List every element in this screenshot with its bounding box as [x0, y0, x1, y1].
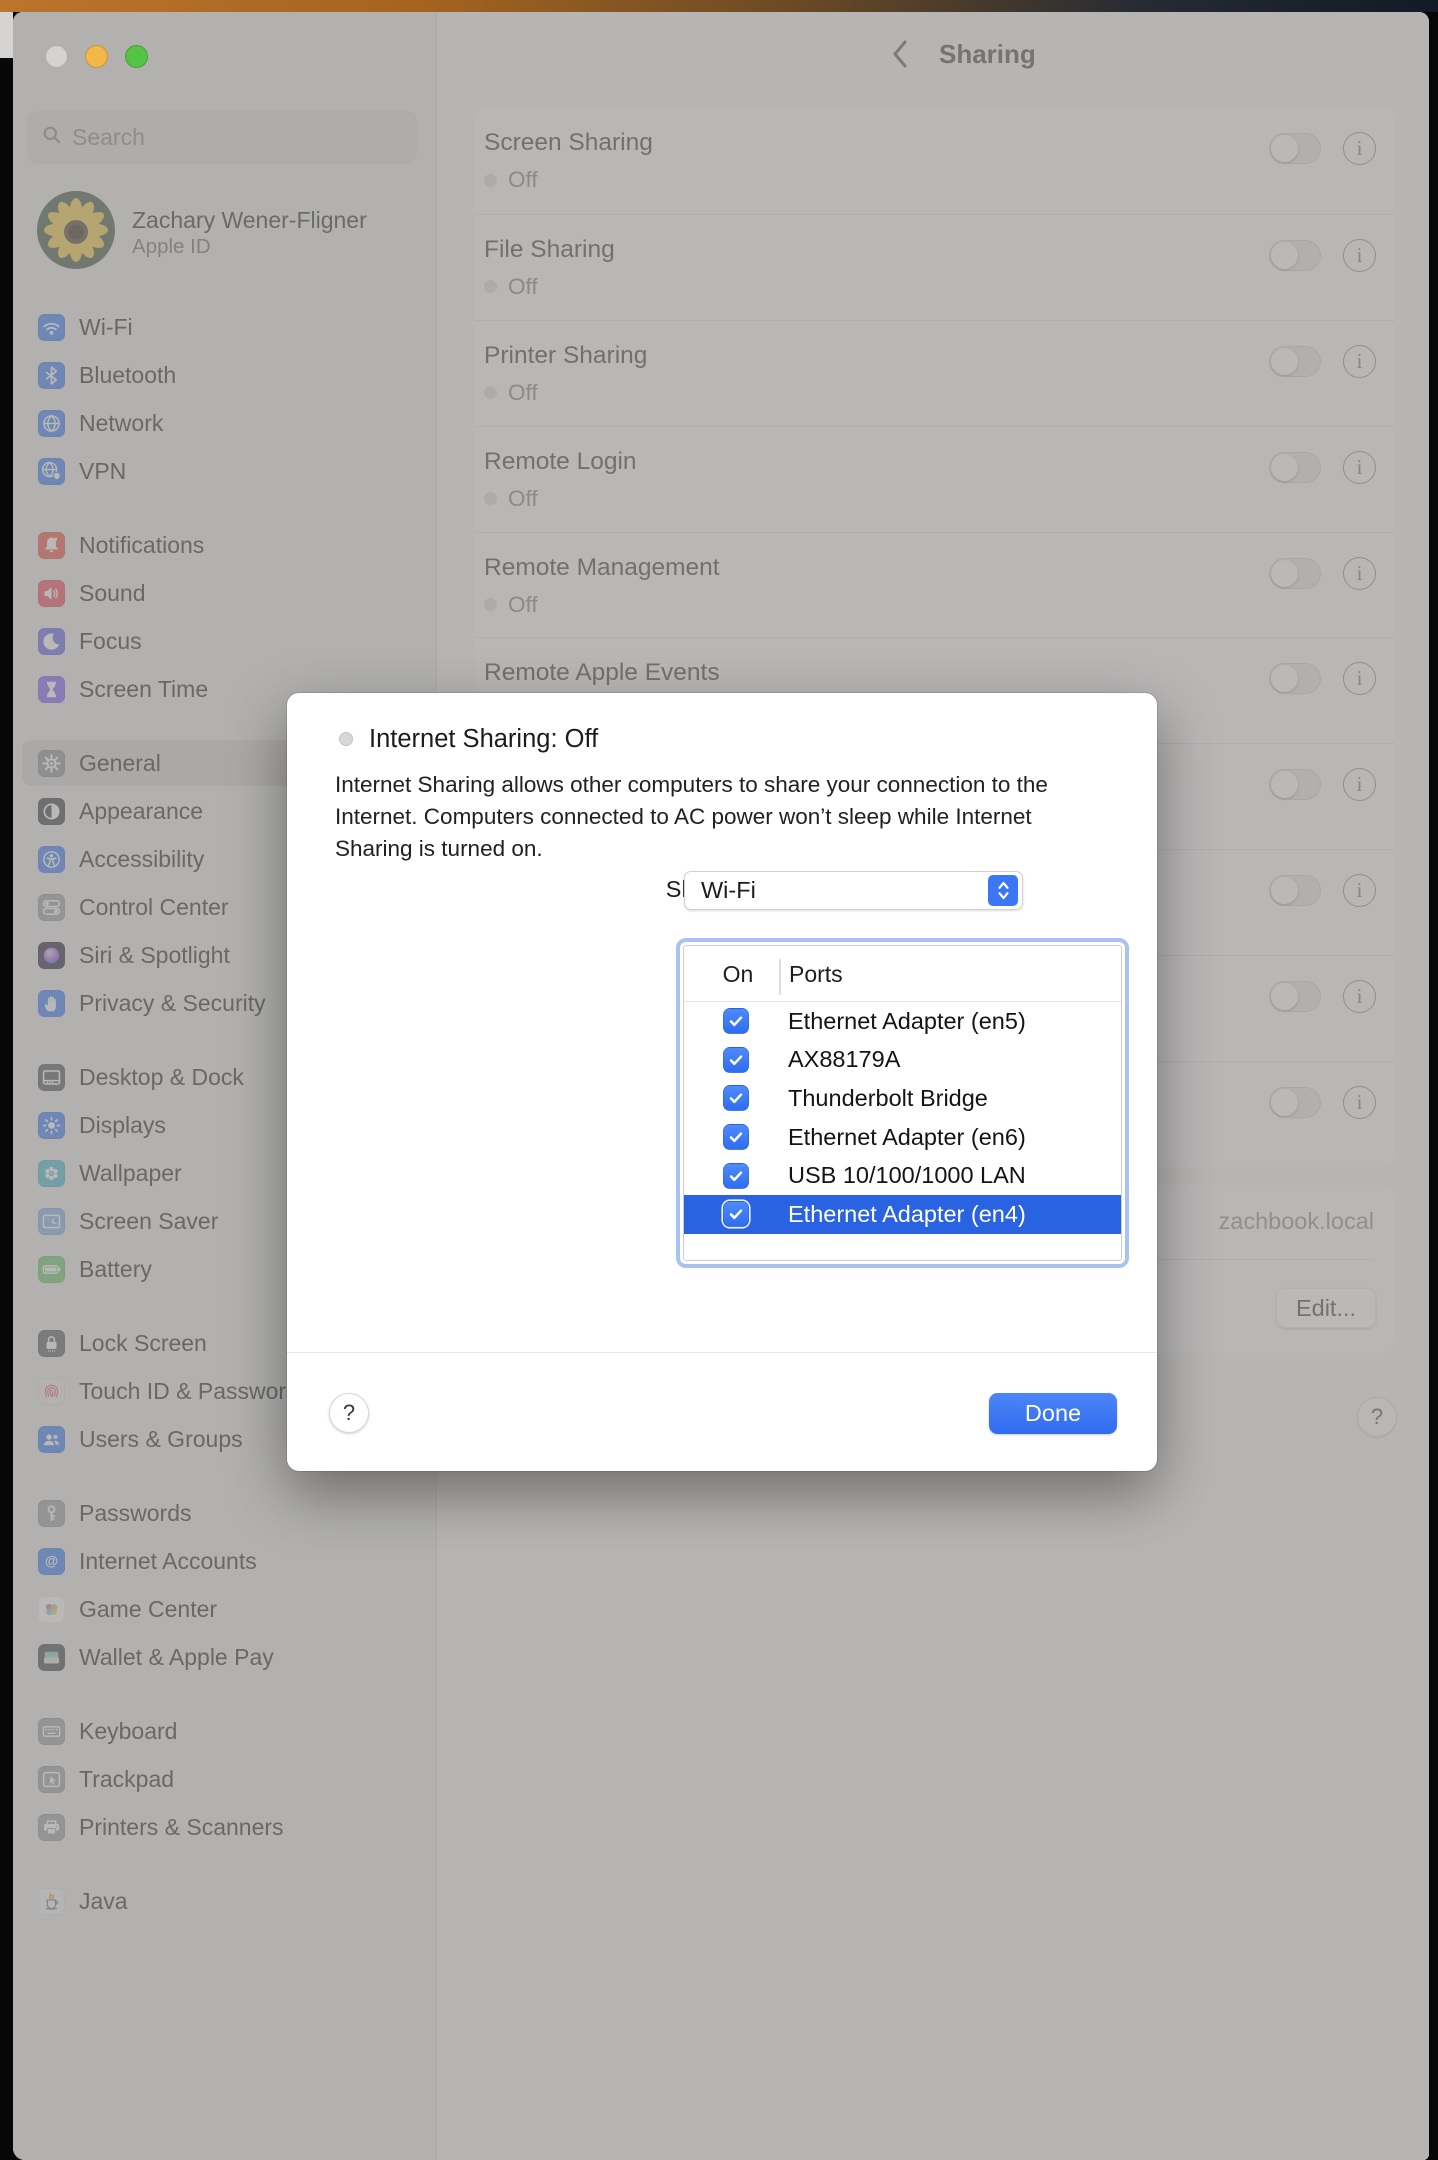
port-label: Ethernet Adapter (en4)	[788, 1201, 1026, 1228]
port-row-ethernet-adapter-en5[interactable]: Ethernet Adapter (en5)	[684, 1002, 1121, 1041]
share-from-popup[interactable]: Wi-Fi	[684, 871, 1023, 910]
port-label: Ethernet Adapter (en5)	[788, 1008, 1026, 1035]
screenshot-root: Zachary Wener-Fligner Apple ID Wi-FiBlue…	[0, 0, 1438, 2160]
zoom-button[interactable]	[125, 45, 148, 68]
port-row-thunderbolt-bridge[interactable]: Thunderbolt Bridge	[684, 1079, 1121, 1118]
port-label: AX88179A	[788, 1046, 900, 1073]
desktop-left-highlight	[0, 12, 13, 58]
minimize-button[interactable]	[85, 45, 108, 68]
port-label: USB 10/100/1000 LAN	[788, 1162, 1026, 1189]
popup-chevrons-icon	[988, 875, 1018, 906]
dialog-description-line: Sharing is turned on.	[335, 833, 1048, 865]
done-button[interactable]: Done	[989, 1393, 1117, 1434]
dialog-title: Internet Sharing: Off	[369, 723, 598, 755]
checkbox-checked-icon[interactable]	[723, 1124, 749, 1150]
column-header-ports: Ports	[789, 961, 843, 988]
port-label: Thunderbolt Bridge	[788, 1085, 988, 1112]
checkbox-checked-icon[interactable]	[723, 1163, 749, 1189]
dialog-description-line: Internet Sharing allows other computers …	[335, 769, 1048, 801]
port-row-ax88179a[interactable]: AX88179A	[684, 1041, 1121, 1080]
share-from-value: Wi-Fi	[685, 877, 756, 904]
dialog-description: Internet Sharing allows other computers …	[335, 769, 1048, 865]
port-label: Ethernet Adapter (en6)	[788, 1124, 1026, 1151]
checkbox-checked-icon[interactable]	[723, 1008, 749, 1034]
traffic-lights	[45, 45, 148, 68]
ports-table-header: On Ports	[684, 946, 1121, 1002]
desktop-left-edge	[0, 12, 13, 2160]
ports-table: On Ports Ethernet Adapter (en5) AX88179A T…	[683, 945, 1122, 1261]
dialog-help-button[interactable]: ?	[329, 1393, 369, 1433]
port-row-ethernet-adapter-en4[interactable]: Ethernet Adapter (en4)	[684, 1195, 1121, 1234]
column-divider	[779, 959, 781, 995]
ports-table-focus-ring: On Ports Ethernet Adapter (en5) AX88179A T…	[676, 938, 1129, 1268]
dialog-description-line: Internet. Computers connected to AC powe…	[335, 801, 1048, 833]
checkbox-checked-icon[interactable]	[723, 1201, 749, 1227]
desktop-wallpaper-strip	[0, 0, 1438, 12]
internet-sharing-dialog: Internet Sharing: Off Internet Sharing a…	[287, 693, 1157, 1471]
column-header-on: On	[717, 961, 759, 988]
port-row-usb-10-100-1000-lan[interactable]: USB 10/100/1000 LAN	[684, 1156, 1121, 1195]
checkbox-checked-icon[interactable]	[723, 1085, 749, 1111]
port-row-ethernet-adapter-en6[interactable]: Ethernet Adapter (en6)	[684, 1118, 1121, 1157]
checkbox-checked-icon[interactable]	[723, 1047, 749, 1073]
status-indicator-dot	[339, 732, 353, 746]
dialog-divider	[287, 1352, 1157, 1353]
close-button[interactable]	[45, 45, 68, 68]
